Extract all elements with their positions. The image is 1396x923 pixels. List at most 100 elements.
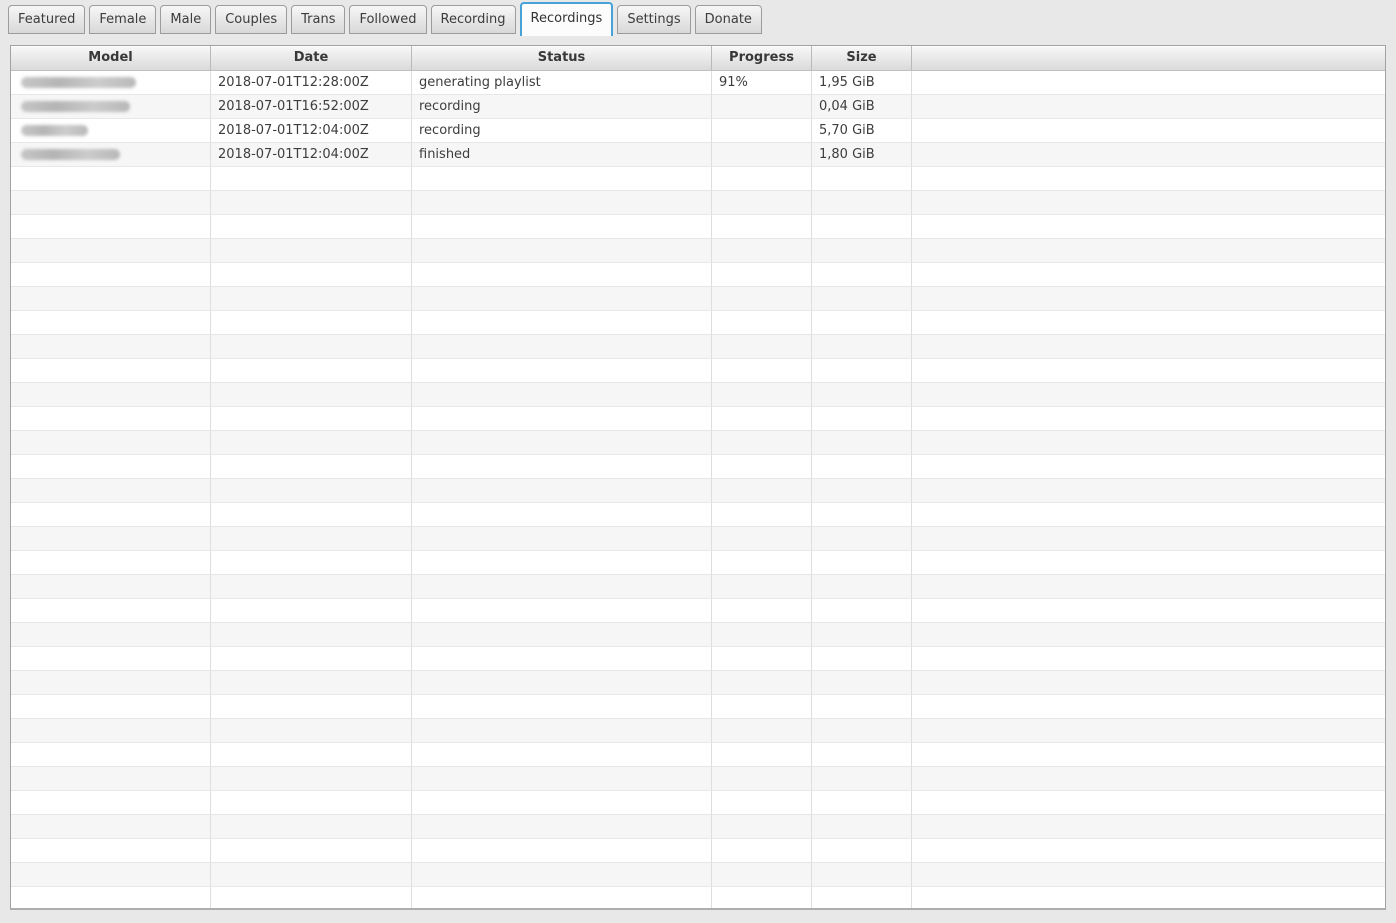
empty-cell <box>11 575 211 598</box>
empty-cell <box>11 407 211 430</box>
tab-featured[interactable]: Featured <box>8 5 86 34</box>
tab-settings[interactable]: Settings <box>617 5 691 34</box>
empty-row <box>11 191 1385 215</box>
empty-cell <box>912 191 1385 214</box>
empty-cell <box>412 215 712 238</box>
empty-cell <box>912 623 1385 646</box>
empty-cell <box>712 215 812 238</box>
cell-progress <box>712 95 812 118</box>
empty-cell <box>812 719 912 742</box>
tab-trans[interactable]: Trans <box>291 5 346 34</box>
empty-cell <box>412 191 712 214</box>
empty-cell <box>712 431 812 454</box>
empty-row <box>11 359 1385 383</box>
empty-cell <box>211 191 412 214</box>
column-header-progress[interactable]: Progress <box>712 46 812 70</box>
empty-cell <box>211 623 412 646</box>
column-header-size[interactable]: Size <box>812 46 912 70</box>
table-row[interactable]: 2018-07-01T12:28:00Z generating playlist 9… <box>11 71 1385 95</box>
empty-cell <box>11 887 211 908</box>
table-row[interactable]: 2018-07-01T16:52:00Z recording 0,04 GiB <box>11 95 1385 119</box>
empty-cell <box>211 527 412 550</box>
empty-row <box>11 815 1385 839</box>
empty-cell <box>11 359 211 382</box>
empty-row <box>11 335 1385 359</box>
column-header-status[interactable]: Status <box>412 46 712 70</box>
empty-cell <box>812 767 912 790</box>
empty-cell <box>812 191 912 214</box>
tab-donate[interactable]: Donate <box>694 5 762 34</box>
empty-cell <box>812 311 912 334</box>
empty-cell <box>712 863 812 886</box>
empty-cell <box>712 839 812 862</box>
empty-cell <box>412 887 712 908</box>
column-header-date[interactable]: Date <box>211 46 412 70</box>
empty-row <box>11 215 1385 239</box>
cell-status: generating playlist <box>412 71 712 94</box>
empty-cell <box>812 863 912 886</box>
empty-cell <box>211 599 412 622</box>
empty-cell <box>712 335 812 358</box>
cell-size: 5,70 GiB <box>812 119 912 142</box>
empty-cell <box>812 215 912 238</box>
empty-cell <box>712 815 812 838</box>
empty-cell <box>211 839 412 862</box>
empty-cell <box>11 647 211 670</box>
empty-cell <box>712 383 812 406</box>
empty-cell <box>812 527 912 550</box>
empty-cell <box>912 455 1385 478</box>
tab-followed[interactable]: Followed <box>349 5 427 34</box>
table-row[interactable]: 2018-07-01T12:04:00Z finished 1,80 GiB <box>11 143 1385 167</box>
empty-cell <box>412 599 712 622</box>
empty-cell <box>11 695 211 718</box>
empty-cell <box>211 479 412 502</box>
empty-row <box>11 839 1385 863</box>
column-header-model[interactable]: Model <box>11 46 211 70</box>
tab-recordings[interactable]: Recordings <box>519 2 614 36</box>
cell-date: 2018-07-01T12:28:00Z <box>211 71 412 94</box>
cell-filler <box>912 95 1385 118</box>
empty-cell <box>211 311 412 334</box>
empty-cell <box>211 791 412 814</box>
empty-cell <box>211 671 412 694</box>
model-name-redacted <box>21 125 88 136</box>
empty-cell <box>712 887 812 908</box>
tab-male[interactable]: Male <box>160 5 212 34</box>
cell-status: recording <box>412 95 712 118</box>
tab-recording[interactable]: Recording <box>430 5 516 34</box>
table-row[interactable]: 2018-07-01T12:04:00Z recording 5,70 GiB <box>11 119 1385 143</box>
empty-cell <box>912 407 1385 430</box>
empty-cell <box>412 863 712 886</box>
empty-cell <box>912 503 1385 526</box>
empty-row <box>11 623 1385 647</box>
empty-cell <box>812 431 912 454</box>
empty-cell <box>412 479 712 502</box>
recordings-table: Model Date Status Progress Size 2018-07-01T1… <box>10 45 1386 910</box>
cell-filler <box>912 119 1385 142</box>
empty-cell <box>812 383 912 406</box>
tab-female[interactable]: Female <box>89 5 157 34</box>
empty-cell <box>912 167 1385 190</box>
empty-row <box>11 647 1385 671</box>
empty-cell <box>712 167 812 190</box>
empty-cell <box>412 359 712 382</box>
cell-model <box>11 71 211 94</box>
empty-cell <box>211 431 412 454</box>
empty-cell <box>812 287 912 310</box>
empty-cell <box>211 383 412 406</box>
empty-cell <box>912 671 1385 694</box>
column-header-filler[interactable] <box>912 46 1385 70</box>
empty-row <box>11 503 1385 527</box>
empty-cell <box>412 263 712 286</box>
empty-cell <box>11 287 211 310</box>
empty-cell <box>412 719 712 742</box>
tab-couples[interactable]: Couples <box>215 5 288 34</box>
empty-cell <box>11 551 211 574</box>
empty-cell <box>912 647 1385 670</box>
empty-cell <box>211 887 412 908</box>
empty-cell <box>412 743 712 766</box>
cell-model <box>11 95 211 118</box>
empty-cell <box>11 167 211 190</box>
empty-row <box>11 287 1385 311</box>
empty-cell <box>412 551 712 574</box>
